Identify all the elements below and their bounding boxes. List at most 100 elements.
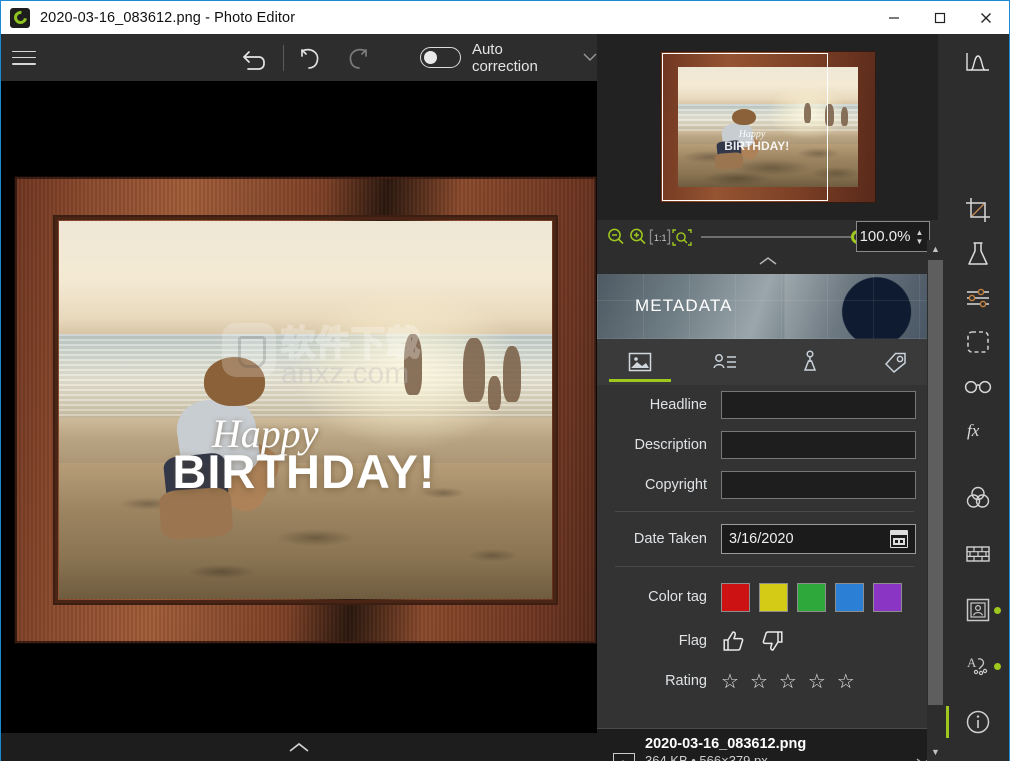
one-to-one-icon[interactable]: 1:1: [649, 224, 671, 250]
auto-correction-toggle[interactable]: [419, 47, 461, 68]
navigator-collapse-button[interactable]: [597, 252, 938, 270]
scroll-up-arrow[interactable]: ▲: [927, 240, 944, 258]
text-tool-button[interactable]: A: [946, 644, 1009, 688]
selection-tool-button[interactable]: [946, 320, 1009, 364]
histogram-tool-button[interactable]: [946, 40, 1009, 84]
minimize-button[interactable]: [871, 1, 917, 34]
frame-tool-badge: [994, 607, 1001, 614]
tool-rail: fx A: [946, 34, 1009, 761]
histogram-icon: [965, 53, 989, 71]
tab-image[interactable]: [597, 339, 682, 385]
fx-icon: fx: [967, 421, 980, 440]
field-row-flag: Flag: [597, 621, 928, 661]
copyright-input[interactable]: [721, 471, 916, 499]
history-controls: [233, 36, 378, 80]
texture-tool-button[interactable]: [946, 532, 1009, 576]
text-stamp-icon: A: [967, 655, 987, 676]
sliders-icon: [966, 288, 989, 308]
tab-keywords[interactable]: [853, 339, 938, 385]
brick-wall-icon: [965, 546, 990, 562]
calendar-icon[interactable]: [890, 530, 908, 548]
undo-icon[interactable]: [290, 36, 334, 80]
fit-to-screen-icon[interactable]: [671, 224, 693, 250]
revert-arrow-icon[interactable]: [233, 36, 277, 80]
headline-label: Headline: [649, 397, 707, 413]
photo-content: 软件下载 anxz.com Happy BIRTHDAY!: [59, 221, 552, 599]
portrait-frame-icon: [966, 598, 989, 622]
field-row-description: Description: [597, 425, 928, 465]
background-figure: [487, 375, 501, 410]
metadata-tabs: [597, 339, 938, 385]
scrollbar-thumb[interactable]: [928, 260, 943, 705]
maximize-button[interactable]: [917, 1, 963, 34]
color-swatch-yellow[interactable]: [759, 582, 788, 612]
chevron-down-icon[interactable]: [583, 53, 597, 62]
tab-contact[interactable]: [682, 339, 767, 385]
redo-icon[interactable]: [334, 36, 378, 80]
frame-tool-button[interactable]: [946, 588, 1009, 632]
file-name: 2020-03-16_083612.png: [645, 735, 807, 752]
thumbs-down-icon[interactable]: [761, 630, 785, 652]
chevron-up-icon: [759, 257, 776, 265]
rating-star-5[interactable]: ☆: [837, 669, 855, 694]
color-swatch-purple[interactable]: [873, 582, 902, 612]
crop-tool-button[interactable]: [946, 188, 1009, 232]
framed-photo: 软件下载 anxz.com Happy BIRTHDAY!: [15, 177, 596, 643]
close-button[interactable]: [963, 1, 1009, 34]
navigator-viewport-rect[interactable]: [661, 53, 828, 201]
info-circle-icon: [966, 710, 989, 734]
toolbar-divider: [282, 44, 284, 71]
main-toolbar: Auto correction: [1, 34, 597, 81]
background-figure: [502, 345, 522, 403]
hamburger-menu-icon[interactable]: [11, 49, 37, 67]
retouch-tool-button[interactable]: [946, 364, 1009, 408]
zoom-level-value: 100.0%: [859, 228, 911, 245]
image-file-icon: [613, 752, 635, 761]
svg-text:1:1: 1:1: [654, 233, 667, 243]
color-swatch-red[interactable]: [721, 582, 750, 612]
form-divider: [615, 511, 914, 512]
adjustments-tool-button[interactable]: [946, 276, 1009, 320]
navigator-thumbnail[interactable]: Happy BIRTHDAY!: [659, 51, 876, 203]
rating-star-2[interactable]: ☆: [750, 669, 768, 694]
zoom-toolbar: 1:1 100.0% ▲ ▼: [597, 220, 938, 274]
develop-tool-button[interactable]: [946, 232, 1009, 276]
date-taken-label: Date Taken: [633, 531, 707, 547]
svg-text:A: A: [967, 655, 977, 670]
thumbs-up-icon[interactable]: [721, 630, 745, 652]
date-taken-input[interactable]: 3/16/2020: [721, 524, 916, 554]
color-tool-button[interactable]: [946, 476, 1009, 520]
info-tool-button[interactable]: [946, 700, 1009, 744]
scroll-down-arrow[interactable]: ▼: [927, 743, 944, 761]
rating-star-3[interactable]: ☆: [779, 669, 797, 694]
rating-star-1[interactable]: ☆: [721, 669, 739, 694]
effects-tool-button[interactable]: fx: [946, 408, 1009, 452]
filmstrip-toggle-bar[interactable]: [1, 733, 597, 761]
zoom-level-input[interactable]: 100.0% ▲ ▼: [856, 221, 930, 252]
form-divider-2: [615, 566, 914, 567]
description-label: Description: [634, 437, 707, 453]
file-info-text: 2020-03-16_083612.png 364 KB • 566×379 p…: [645, 736, 806, 761]
rating-star-4[interactable]: ☆: [808, 669, 826, 694]
image-canvas[interactable]: 软件下载 anxz.com Happy BIRTHDAY!: [1, 81, 597, 733]
magnifier-minus-icon[interactable]: [605, 224, 627, 250]
headline-input[interactable]: [721, 391, 916, 419]
field-row-date-taken: Date Taken 3/16/2020: [597, 518, 928, 560]
right-panel: Happy BIRTHDAY! 1:1 100.0% ▲ ▼ METADATA …: [597, 34, 946, 761]
flag-label: Flag: [678, 633, 707, 649]
navigator-panel[interactable]: Happy BIRTHDAY!: [597, 34, 938, 220]
description-input[interactable]: [721, 431, 916, 459]
color-tag-label: Color tag: [648, 589, 707, 605]
magnifier-plus-icon[interactable]: [627, 224, 649, 250]
window-title: 2020-03-16_083612.png - Photo Editor: [40, 9, 296, 26]
app-logo-icon: [10, 7, 30, 28]
tab-gps[interactable]: [768, 339, 853, 385]
flag-buttons: [721, 630, 785, 652]
metadata-scrollbar[interactable]: ▲ ▼: [927, 240, 944, 761]
color-swatch-blue[interactable]: [835, 582, 864, 612]
crop-icon: [965, 198, 990, 222]
color-swatch-green[interactable]: [797, 582, 826, 612]
zoom-slider[interactable]: [701, 224, 865, 250]
background-figure: [463, 338, 485, 403]
file-info-bar: 2020-03-16_083612.png 364 KB • 566×379 p…: [597, 728, 938, 761]
